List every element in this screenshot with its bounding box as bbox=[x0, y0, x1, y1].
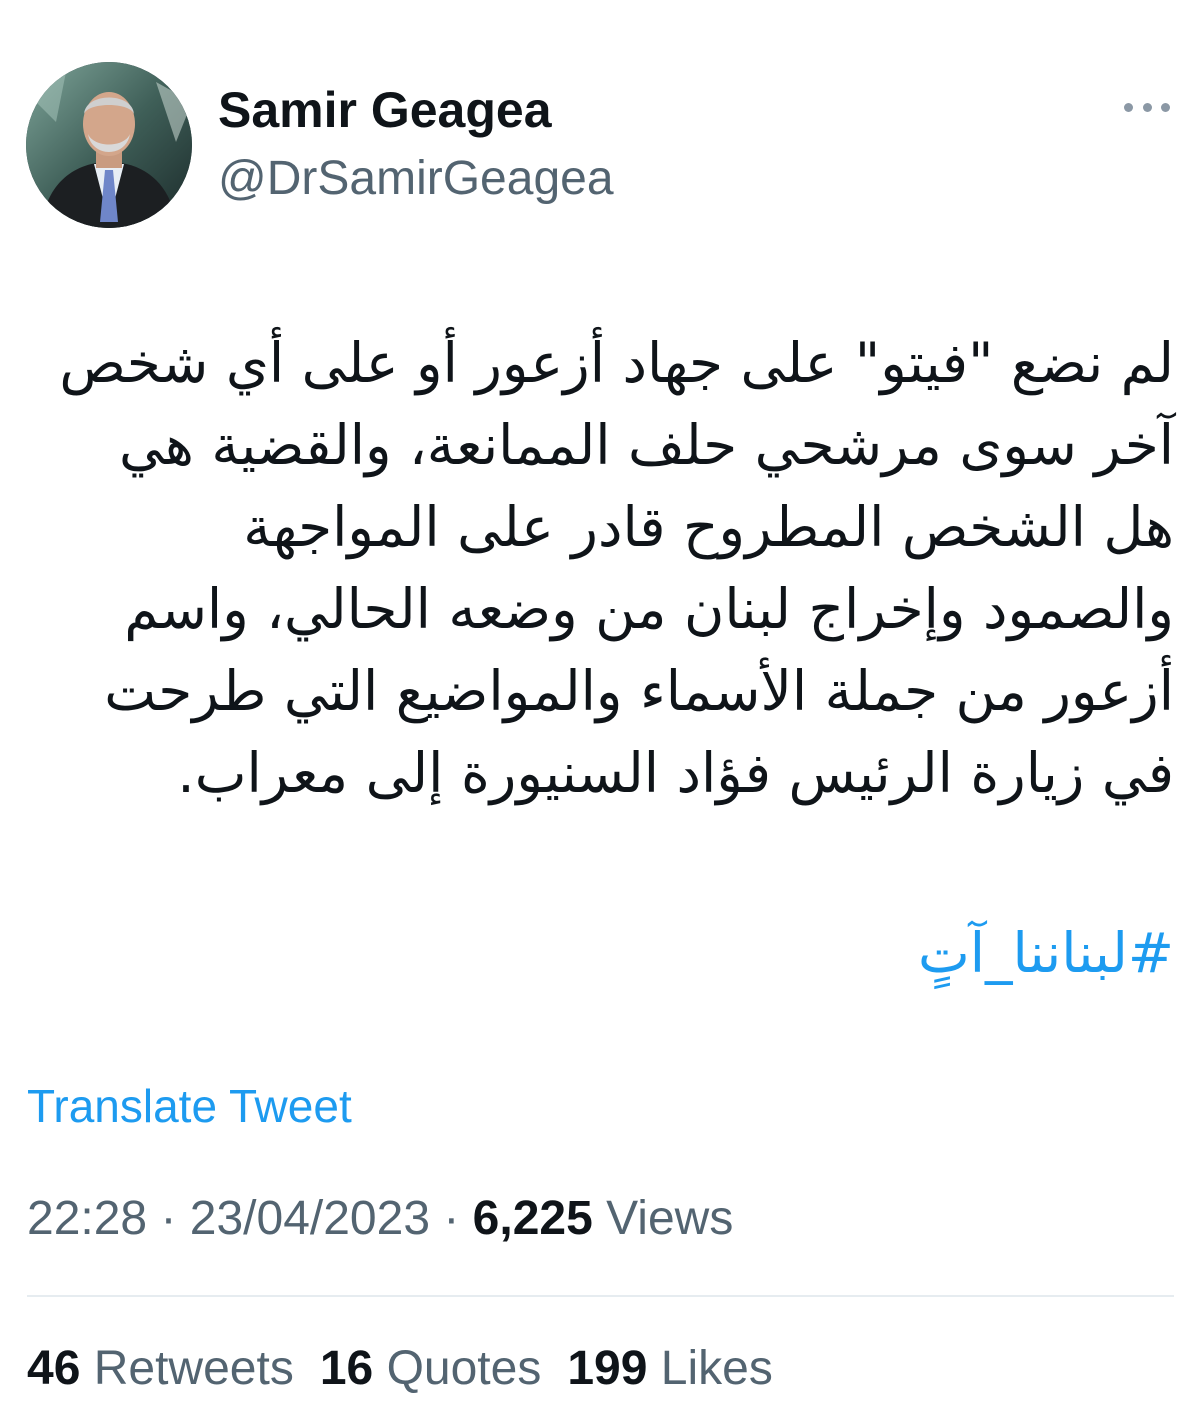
meta-separator: · bbox=[147, 1192, 190, 1245]
avatar[interactable] bbox=[26, 62, 192, 228]
views-count: 6,225 bbox=[472, 1192, 593, 1245]
author-handle[interactable]: @DrSamirGeagea bbox=[218, 150, 614, 208]
retweets-stat[interactable]: 46 Retweets bbox=[27, 1340, 294, 1398]
engagement-stats: 46 Retweets 16 Quotes 199 Likes bbox=[27, 1340, 799, 1398]
views-label: Views bbox=[606, 1192, 734, 1245]
hashtag-link[interactable]: #لبناننا_آتٍ bbox=[918, 918, 1174, 988]
quotes-count: 16 bbox=[319, 1342, 374, 1395]
retweets-count: 46 bbox=[27, 1342, 81, 1395]
tweet-date[interactable]: 23/04/2023 bbox=[190, 1192, 430, 1245]
author-display-name[interactable]: Samir Geagea bbox=[218, 80, 552, 140]
tweet-meta: 22:28 · 23/04/2023 · 6,225 Views bbox=[27, 1190, 733, 1248]
divider bbox=[27, 1295, 1174, 1297]
more-options-icon[interactable] bbox=[1124, 92, 1170, 122]
likes-stat[interactable]: 199 Likes bbox=[567, 1340, 773, 1398]
more-dot bbox=[1124, 102, 1133, 112]
meta-separator: · bbox=[430, 1192, 473, 1245]
likes-label: Likes bbox=[660, 1342, 773, 1395]
more-dot bbox=[1142, 102, 1152, 112]
more-dot bbox=[1161, 102, 1170, 112]
translate-tweet-link[interactable]: Translate Tweet bbox=[27, 1078, 352, 1134]
tweet-text: لم نضع "فيتو" على جهاد أزعور أو على أي ش… bbox=[59, 331, 1174, 805]
tweet-time[interactable]: 22:28 bbox=[27, 1192, 147, 1245]
quotes-label: Quotes bbox=[386, 1342, 542, 1395]
retweets-label: Retweets bbox=[93, 1342, 294, 1395]
likes-count: 199 bbox=[567, 1342, 648, 1395]
quotes-stat[interactable]: 16 Quotes bbox=[320, 1340, 542, 1398]
